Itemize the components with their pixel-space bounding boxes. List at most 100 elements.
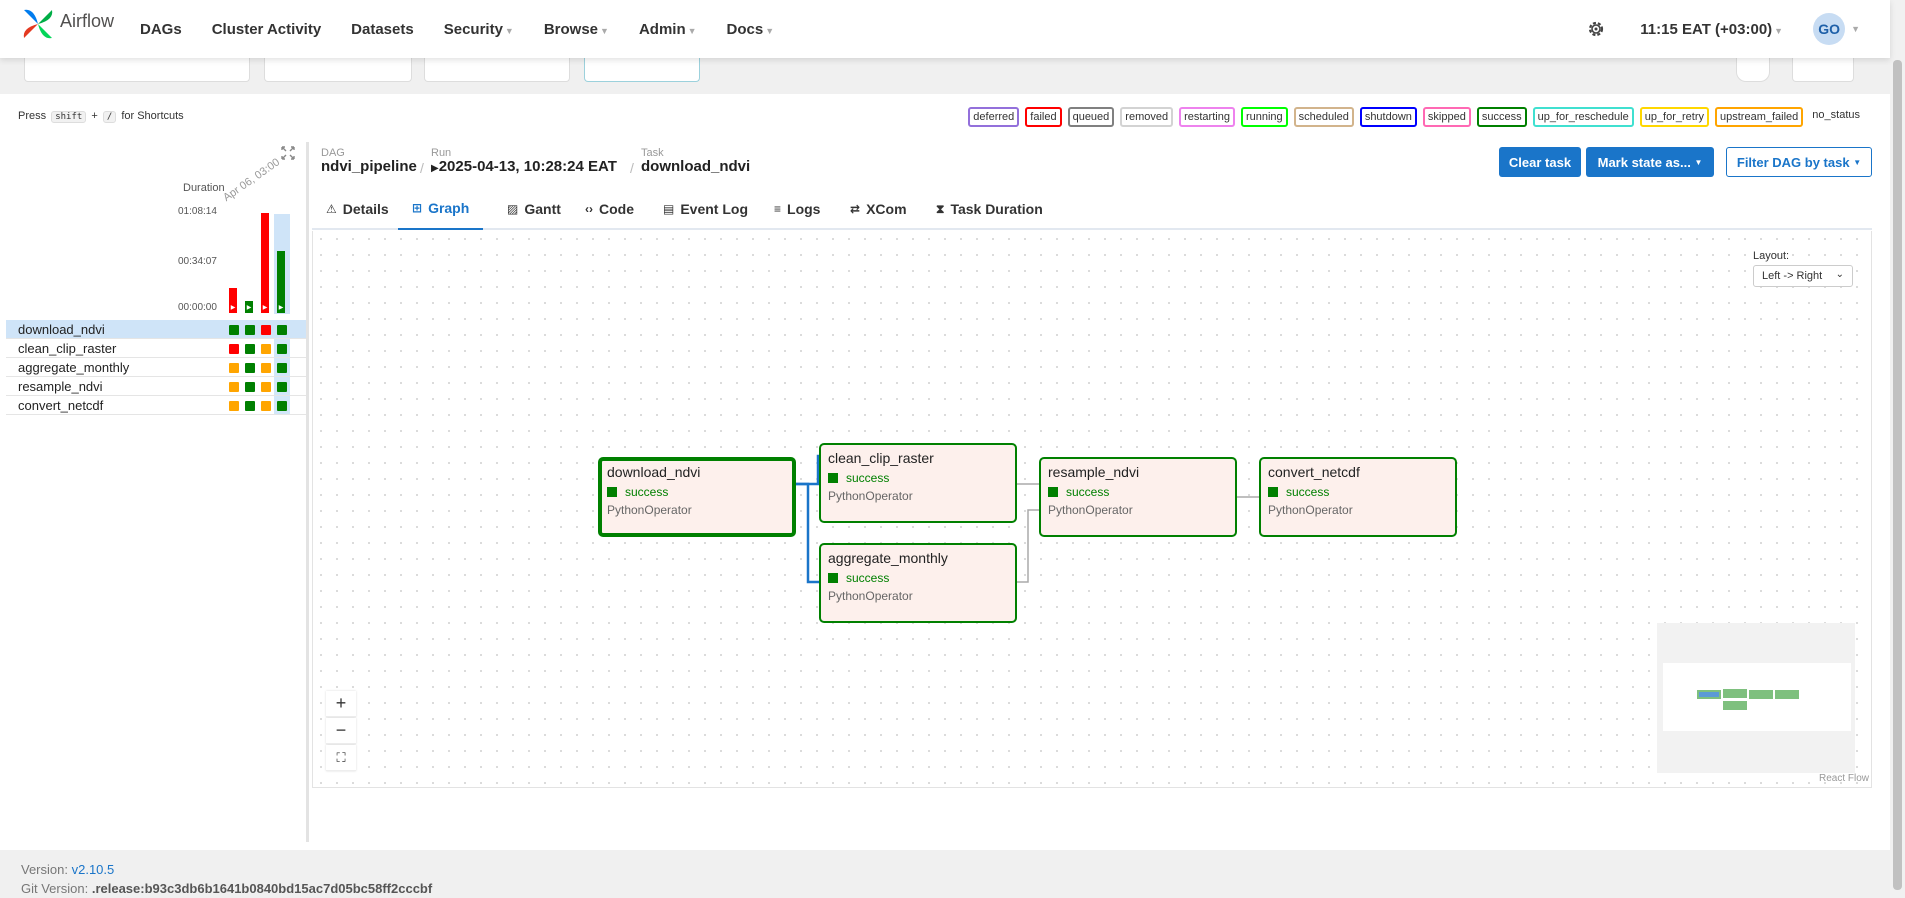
gear-icon[interactable] [1586, 19, 1606, 39]
scrollbar-thumb[interactable] [1893, 60, 1902, 890]
node-task-name: convert_netcdf [1268, 464, 1360, 480]
task-instance-cell[interactable] [261, 363, 271, 373]
expand-icon[interactable] [280, 145, 296, 161]
legend-queued[interactable]: queued [1067, 107, 1115, 127]
breadcrumb-dag[interactable]: DAG ndvi_pipeline [321, 147, 417, 175]
tab-details[interactable]: ⚠ Details [312, 188, 392, 230]
state-filter-partial[interactable] [584, 58, 700, 82]
auto-refresh-toggle-partial[interactable] [1736, 58, 1770, 82]
task-row-name: download_ndvi [18, 322, 105, 337]
task-instance-cell[interactable] [229, 401, 239, 411]
layout-label: Layout: [1753, 250, 1790, 262]
legend-up-for-reschedule[interactable]: up_for_reschedule [1532, 107, 1634, 127]
page-scrollbar[interactable] [1890, 0, 1905, 898]
mark-state-button[interactable]: Mark state as... ▼ [1586, 147, 1714, 177]
tab-graph[interactable]: ⊞ Graph [398, 188, 483, 230]
clear-filter-partial[interactable] [1792, 58, 1854, 82]
tab-event-log[interactable]: ▤ Event Log [649, 188, 748, 230]
task-instance-cell[interactable] [245, 344, 255, 354]
user-avatar[interactable]: GO [1813, 13, 1846, 45]
task-instance-cell[interactable] [245, 401, 255, 411]
graph-node-download-ndvi[interactable]: download_ndvi success PythonOperator [598, 457, 796, 537]
legend-shutdown[interactable]: shutdown [1359, 107, 1417, 127]
task-instance-cell[interactable] [277, 344, 287, 354]
run-date-label: Apr 06, 03:00 [221, 156, 283, 204]
zoom-out-button[interactable]: − [326, 718, 356, 744]
nav-item-cluster-activity[interactable]: Cluster Activity [212, 21, 321, 38]
task-instance-cell[interactable] [261, 325, 271, 335]
nav-item-security[interactable]: Security ▼ [444, 21, 514, 38]
layout-select[interactable]: Left -> Right ⌄ [1753, 265, 1853, 287]
task-instance-cell[interactable] [261, 344, 271, 354]
task-instance-cell[interactable] [229, 382, 239, 392]
timezone-clock[interactable]: 11:15 EAT (+03:00) ▼ [1640, 21, 1783, 38]
legend-scheduled[interactable]: scheduled [1293, 107, 1354, 127]
legend-deferred[interactable]: deferred [968, 107, 1020, 127]
filter-dag-button[interactable]: Filter DAG by task ▼ [1726, 147, 1872, 177]
task-row-aggregate-monthly[interactable]: aggregate_monthly [6, 358, 306, 377]
task-instance-cell[interactable] [229, 325, 239, 335]
run-duration-bar[interactable] [261, 213, 269, 313]
minimap-node [1775, 690, 1799, 699]
state-square-icon [828, 473, 838, 483]
legend-removed[interactable]: removed [1120, 107, 1174, 127]
nav-item-datasets[interactable]: Datasets [351, 21, 414, 38]
legend-running[interactable]: running [1240, 107, 1288, 127]
task-instance-cell[interactable] [229, 344, 239, 354]
panel-resize-handle[interactable] [306, 142, 309, 842]
task-instance-cell[interactable] [261, 382, 271, 392]
run-type-select-partial[interactable] [424, 58, 570, 82]
date-picker-partial[interactable] [24, 58, 250, 82]
task-instance-cell[interactable] [277, 325, 287, 335]
task-row-convert-netcdf[interactable]: convert_netcdf [6, 396, 306, 415]
breadcrumb-task[interactable]: Task download_ndvi [641, 147, 750, 175]
legend-up-for-retry[interactable]: up_for_retry [1639, 107, 1710, 127]
legend-restarting[interactable]: restarting [1179, 107, 1235, 127]
nav-item-browse[interactable]: Browse ▼ [544, 21, 609, 38]
task-row-download-ndvi[interactable]: download_ndvi [6, 320, 306, 339]
runs-select-partial[interactable] [264, 58, 412, 82]
legend-upstream-failed[interactable]: upstream_failed [1715, 107, 1804, 127]
graph-node-clean-clip-raster[interactable]: clean_clip_raster success PythonOperator [819, 443, 1017, 523]
legend-success[interactable]: success [1476, 107, 1527, 127]
tab-xcom[interactable]: ⇄ XCom [836, 188, 910, 230]
task-instance-cell[interactable] [229, 363, 239, 373]
task-instance-cell[interactable] [245, 325, 255, 335]
task-instance-cell[interactable] [245, 382, 255, 392]
graph-node-aggregate-monthly[interactable]: aggregate_monthly success PythonOperator [819, 543, 1017, 623]
nav-item-docs[interactable]: Docs ▼ [727, 21, 775, 38]
fit-view-button[interactable]: ⛶ [326, 745, 356, 771]
tab-gantt[interactable]: ▨ Gantt [493, 188, 561, 230]
breadcrumb-separator: / [630, 160, 634, 176]
chevron-down-icon[interactable]: ▼ [1851, 24, 1860, 34]
legend-skipped[interactable]: skipped [1422, 107, 1471, 127]
zoom-in-button[interactable]: + [326, 691, 356, 717]
task-row-resample-ndvi[interactable]: resample_ndvi [6, 377, 306, 396]
task-instance-cell[interactable] [245, 363, 255, 373]
task-instance-cell[interactable] [277, 363, 287, 373]
breadcrumb-run[interactable]: Run ▶2025-04-13, 10:28:24 EAT [431, 147, 617, 175]
task-instance-cell[interactable] [277, 401, 287, 411]
node-state: success [1048, 485, 1109, 499]
brand-link[interactable]: Airflow [20, 6, 114, 42]
node-state-text: success [846, 471, 890, 485]
task-row-clean-clip-raster[interactable]: clean_clip_raster [6, 339, 306, 358]
tab-logs[interactable]: ≡ Logs [760, 188, 824, 230]
clear-task-button[interactable]: Clear task [1499, 147, 1581, 177]
filter-dag-label: Filter DAG by task [1736, 154, 1850, 170]
tab-code[interactable]: ‹› Code [571, 188, 637, 230]
nav-item-dags[interactable]: DAGs [140, 21, 182, 38]
nav-item-admin[interactable]: Admin ▼ [639, 21, 697, 38]
node-task-name: aggregate_monthly [828, 550, 948, 566]
graph-minimap[interactable] [1657, 623, 1855, 773]
legend-failed[interactable]: failed [1025, 107, 1062, 127]
task-instance-cell[interactable] [261, 401, 271, 411]
tab-task-duration[interactable]: ⧗ Task Duration [922, 188, 1043, 230]
version-link[interactable]: v2.10.5 [72, 862, 115, 877]
react-flow-attribution[interactable]: React Flow [1819, 773, 1869, 784]
task-row-name: convert_netcdf [18, 398, 104, 413]
graph-node-resample-ndvi[interactable]: resample_ndvi success PythonOperator [1039, 457, 1237, 537]
legend-no-status[interactable]: no_status [1809, 107, 1863, 127]
graph-node-convert-netcdf[interactable]: convert_netcdf success PythonOperator [1259, 457, 1457, 537]
task-instance-cell[interactable] [277, 382, 287, 392]
